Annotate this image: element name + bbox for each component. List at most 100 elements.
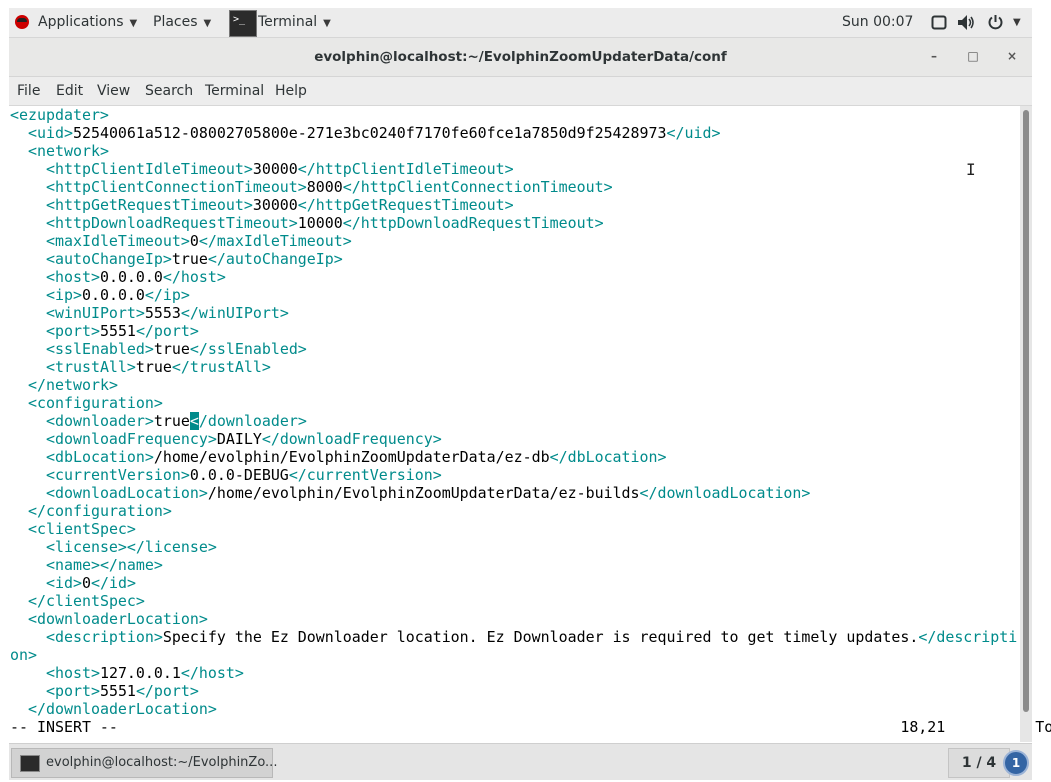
- maximize-button[interactable]: □: [965, 48, 981, 64]
- menu-file[interactable]: File: [17, 77, 40, 105]
- scrollbar[interactable]: [1020, 106, 1032, 742]
- volume-icon[interactable]: [957, 14, 975, 31]
- xml-text: /home/evolphin/EvolphinZoomUpdaterData/e…: [207, 484, 640, 502]
- xml-text: [10, 142, 28, 160]
- xml-text: [10, 214, 46, 232]
- xml-tag: </id>: [90, 574, 136, 592]
- xml-text: true: [171, 250, 208, 268]
- taskbar-window-button[interactable]: evolphin@localhost:~/EvolphinZo...: [11, 748, 277, 778]
- minimize-button[interactable]: –: [926, 48, 942, 64]
- xml-text: [10, 340, 46, 358]
- terminal-line: <downloadFrequency>DAILY</downloadFreque…: [10, 430, 1051, 448]
- xml-tag: <autoChangeIp>: [45, 250, 172, 268]
- xml-tag: </httpClientIdleTimeout>: [297, 160, 514, 178]
- xml-tag: <port>: [45, 322, 100, 340]
- terminal-app-menu[interactable]: Terminal ▼: [258, 8, 331, 37]
- clock-label: Sun 00:07: [842, 14, 914, 30]
- close-button[interactable]: ×: [1004, 48, 1020, 64]
- xml-tag: </port>: [135, 322, 199, 340]
- notification-badge[interactable]: 1: [1003, 750, 1029, 776]
- xml-text: -- INSERT -- 18,21 Top: [10, 718, 1051, 736]
- applications-menu[interactable]: Applications ▼: [38, 8, 137, 37]
- xml-text: [10, 466, 46, 484]
- xml-tag: <httpDownloadRequestTimeout>: [45, 214, 298, 232]
- xml-tag: on>: [10, 646, 37, 664]
- xml-text: 52540061a512-08002705800e-271e3bc0240f71…: [72, 124, 667, 142]
- xml-tag: <httpClientIdleTimeout>: [45, 160, 253, 178]
- terminal-line: <winUIPort>5553</winUIPort>: [10, 304, 1051, 322]
- xml-tag: <dbLocation>: [45, 448, 154, 466]
- redhat-icon[interactable]: [15, 15, 29, 29]
- terminal-line: <downloadLocation>/home/evolphin/Evolphi…: [10, 484, 1051, 502]
- xml-tag: </configuration>: [28, 502, 172, 520]
- menu-edit[interactable]: Edit: [56, 77, 83, 105]
- xml-tag: </clientSpec>: [28, 592, 145, 610]
- power-icon[interactable]: [987, 14, 1004, 31]
- xml-text: [10, 628, 46, 646]
- xml-text: [10, 430, 46, 448]
- xml-text: [10, 664, 46, 682]
- xml-text: 8000: [306, 178, 343, 196]
- xml-tag: <license></license>: [45, 538, 217, 556]
- terminal-icon: [20, 755, 40, 772]
- terminal-line: <name></name>: [10, 556, 1051, 574]
- xml-text: [10, 538, 46, 556]
- places-menu[interactable]: Places ▼: [153, 8, 211, 37]
- taskbar-window-label: evolphin@localhost:~/EvolphinZo...: [46, 755, 278, 770]
- clock[interactable]: Sun 00:07: [842, 8, 913, 37]
- xml-text: [10, 412, 46, 430]
- xml-tag: <downloader>: [45, 412, 154, 430]
- terminal-line: <ezupdater>: [10, 106, 1051, 124]
- xml-text: [10, 394, 28, 412]
- xml-tag: </host>: [162, 268, 226, 286]
- chevron-down-icon: ▼: [203, 18, 212, 29]
- menu-view[interactable]: View: [97, 77, 130, 105]
- terminal-line: <description>Specify the Ez Downloader l…: [10, 628, 1051, 646]
- xml-text: [10, 358, 46, 376]
- terminal-line: <uid>52540061a512-08002705800e-271e3bc02…: [10, 124, 1051, 142]
- terminal-line: <autoChangeIp>true</autoChangeIp>: [10, 250, 1051, 268]
- xml-tag: </httpDownloadRequestTimeout>: [342, 214, 604, 232]
- window-title: evolphin@localhost:~/EvolphinZoomUpdater…: [314, 49, 727, 65]
- terminal-line: </clientSpec>: [10, 592, 1051, 610]
- xml-text: 0.0.0.0: [99, 268, 163, 286]
- xml-tag: </descripti: [918, 628, 1018, 646]
- xml-tag: </httpClientConnectionTimeout>: [342, 178, 613, 196]
- xml-text: 5553: [144, 304, 181, 322]
- xml-text: Specify the Ez Downloader location. Ez D…: [162, 628, 919, 646]
- terminal-line: <downloaderLocation>: [10, 610, 1051, 628]
- workspace-switcher[interactable]: 1 / 4: [948, 748, 1010, 778]
- xml-tag: </downloaderLocation>: [28, 700, 217, 718]
- xml-tag: </uid>: [666, 124, 721, 142]
- menu-help[interactable]: Help: [275, 77, 307, 105]
- xml-tag: <configuration>: [28, 394, 163, 412]
- menu-terminal[interactable]: Terminal: [205, 77, 264, 105]
- terminal-view[interactable]: <ezupdater> <uid>52540061a512-0800270580…: [9, 106, 1051, 742]
- xml-tag: </maxIdleTimeout>: [198, 232, 352, 250]
- xml-text: 127.0.0.1: [99, 664, 181, 682]
- xml-tag: <downloadFrequency>: [45, 430, 217, 448]
- xml-text: true: [135, 358, 172, 376]
- places-label: Places: [153, 14, 198, 30]
- menu-search[interactable]: Search: [145, 77, 193, 105]
- terminal-line: </configuration>: [10, 502, 1051, 520]
- xml-tag: <maxIdleTimeout>: [45, 232, 190, 250]
- window-title-bar[interactable]: evolphin@localhost:~/EvolphinZoomUpdater…: [9, 38, 1032, 77]
- terminal-line: <network>: [10, 142, 1051, 160]
- terminal-line: <sslEnabled>true</sslEnabled>: [10, 340, 1051, 358]
- terminal-line: <port>5551</port>: [10, 322, 1051, 340]
- terminal-line: <configuration>: [10, 394, 1051, 412]
- xml-text: 0: [81, 574, 91, 592]
- xml-tag: <uid>: [28, 124, 73, 142]
- chevron-down-icon: ▼: [129, 18, 138, 29]
- terminal-line: <id>0</id>: [10, 574, 1051, 592]
- terminal-app-icon[interactable]: >_: [229, 10, 257, 37]
- scrollbar-thumb[interactable]: [1023, 110, 1029, 712]
- xml-text: 0.0.0.0: [81, 286, 145, 304]
- menu-bar: File Edit View Search Terminal Help: [9, 77, 1032, 106]
- screen-icon[interactable]: [931, 15, 947, 30]
- terminal-line: <host>127.0.0.1</host>: [10, 664, 1051, 682]
- chevron-down-icon[interactable]: ▼: [1013, 8, 1021, 37]
- xml-tag: </autoChangeIp>: [207, 250, 343, 268]
- xml-text: [10, 232, 46, 250]
